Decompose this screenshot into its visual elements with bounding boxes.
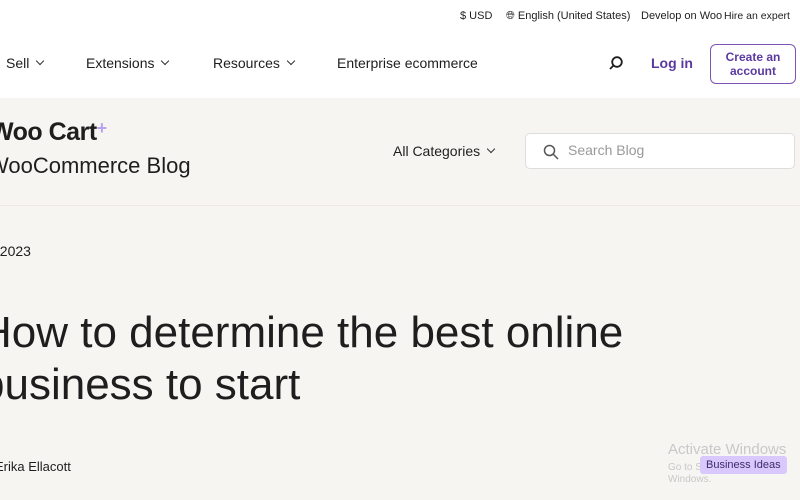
language-selector[interactable]: 🌐︎ English (United States) bbox=[506, 10, 630, 23]
main-nav: Sell Extensions Resources Enterprise eco… bbox=[0, 34, 800, 98]
categories-dropdown[interactable]: All Categories bbox=[393, 143, 496, 159]
chevron-down-icon bbox=[161, 56, 170, 66]
blog-name: WooCommerce Blog bbox=[0, 153, 191, 178]
chevron-down-icon bbox=[486, 144, 496, 154]
article-title: How to determine the best online busines… bbox=[0, 308, 624, 409]
search-icon[interactable] bbox=[609, 56, 623, 70]
nav-sell[interactable]: Sell bbox=[6, 55, 45, 71]
create-account-button[interactable]: Create an account bbox=[710, 44, 796, 84]
blog-header: Woo Cart+ WooCommerce Blog All Categorie… bbox=[0, 98, 800, 206]
chevron-down-icon bbox=[286, 56, 296, 66]
category-badge[interactable]: Business Ideas bbox=[700, 456, 787, 474]
currency-selector[interactable]: $ USD bbox=[460, 10, 492, 22]
chevron-down-icon bbox=[36, 56, 45, 66]
nav-resources[interactable]: Resources bbox=[213, 55, 296, 71]
nav-extensions[interactable]: Extensions bbox=[86, 55, 170, 71]
blog-logo[interactable]: Woo Cart+ bbox=[0, 118, 107, 147]
develop-link[interactable]: Develop on Woo bbox=[641, 10, 722, 22]
search-icon bbox=[543, 144, 559, 160]
article-date: , 2023 bbox=[0, 243, 31, 259]
globe-icon: 🌐︎ bbox=[506, 10, 515, 22]
hire-link[interactable]: Hire an expert bbox=[724, 10, 790, 22]
article-author[interactable]: Erika Ellacott bbox=[0, 459, 71, 474]
search-input[interactable] bbox=[568, 142, 768, 158]
login-link[interactable]: Log in bbox=[651, 55, 693, 71]
blog-search bbox=[525, 133, 795, 169]
nav-enterprise[interactable]: Enterprise ecommerce bbox=[337, 55, 478, 71]
utility-bar: $ USD 🌐︎ English (United States) Develop… bbox=[0, 0, 800, 34]
